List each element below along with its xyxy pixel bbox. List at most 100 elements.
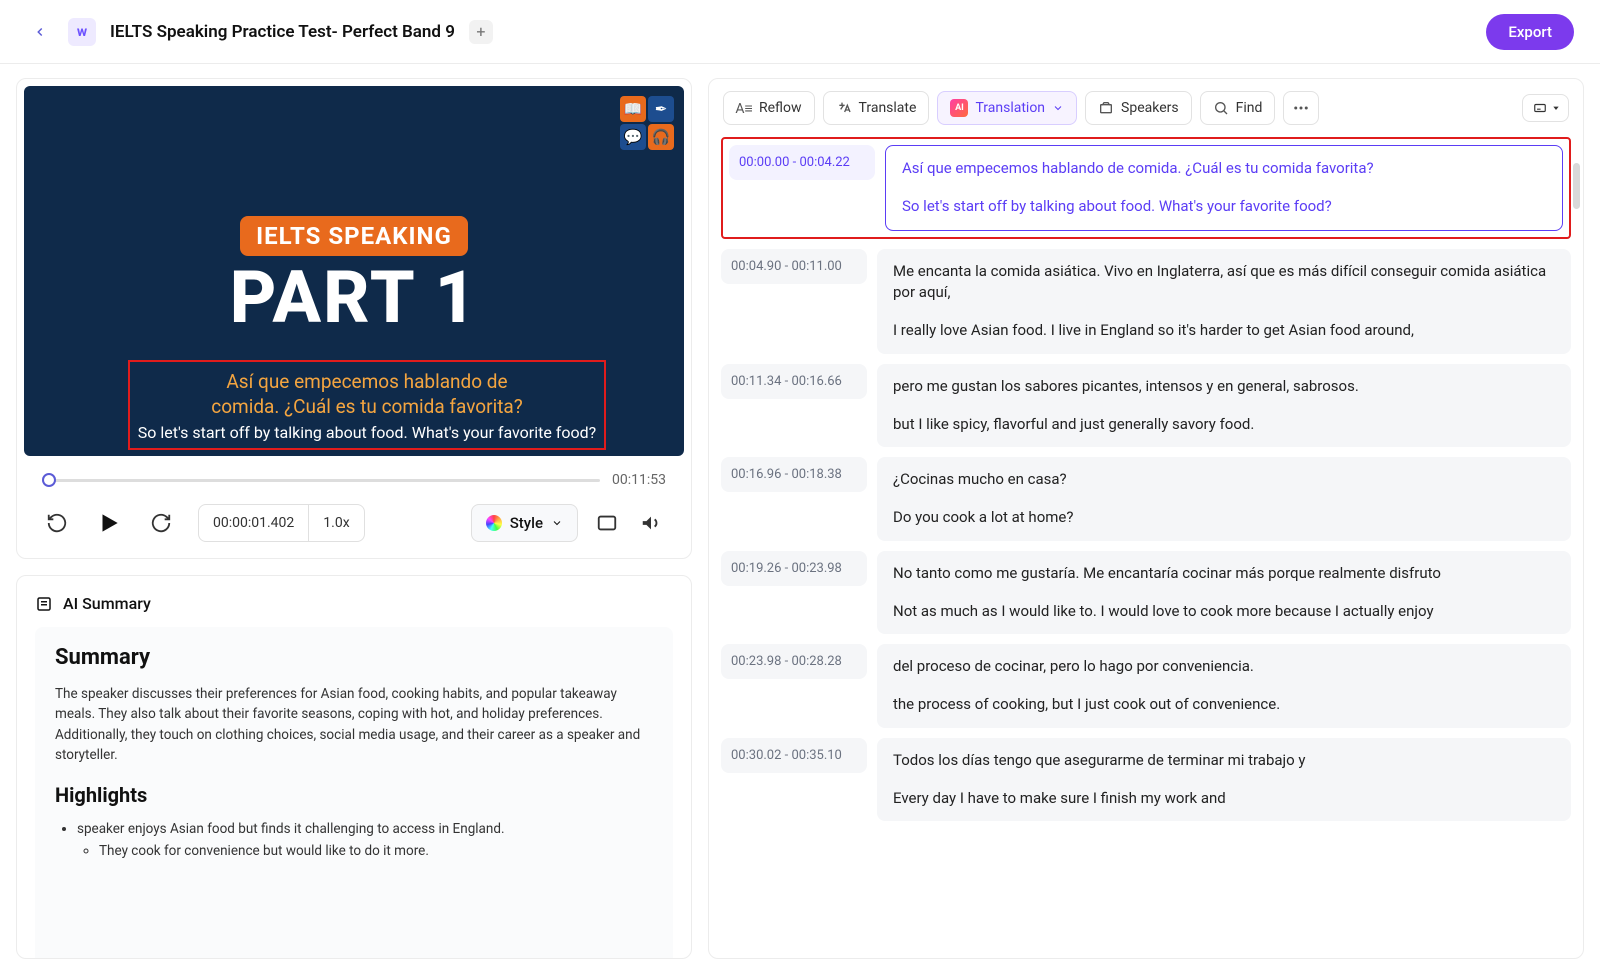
transcript-segment[interactable]: 00:04.90 - 00:11.00 Me encanta la comida … bbox=[721, 249, 1571, 354]
app-header: w IELTS Speaking Practice Test- Perfect … bbox=[0, 0, 1600, 64]
play-icon bbox=[96, 510, 122, 536]
segment-translated: Me encanta la comida asiática. Vivo en I… bbox=[893, 261, 1555, 305]
segment-original: the process of cooking, but I just cook … bbox=[893, 695, 1280, 713]
highlight-subitem: They cook for convenience but would like… bbox=[99, 841, 653, 863]
segment-original: but I like spicy, flavorful and just gen… bbox=[893, 415, 1254, 433]
volume-icon bbox=[640, 512, 662, 534]
segment-text[interactable]: Todos los días tengo que asegurarme de t… bbox=[877, 738, 1571, 822]
export-button[interactable]: Export bbox=[1486, 14, 1574, 50]
back-button[interactable] bbox=[26, 18, 54, 46]
more-button[interactable] bbox=[1283, 91, 1319, 125]
segment-timestamp[interactable]: 00:30.02 - 00:35.10 bbox=[721, 738, 867, 773]
translation-button[interactable]: AI Translation bbox=[937, 91, 1077, 125]
segment-timestamp[interactable]: 00:04.90 - 00:11.00 bbox=[721, 249, 867, 284]
video-title-overlay: IELTS SPEAKING PART 1 bbox=[24, 216, 684, 334]
fullscreen-icon bbox=[596, 512, 618, 534]
transcript-toolbar: A≡ Reflow Translate AI Translation bbox=[709, 79, 1583, 137]
timeline-slider[interactable] bbox=[42, 479, 600, 482]
chevron-down-icon bbox=[551, 517, 563, 529]
segment-timestamp[interactable]: 00:16.96 - 00:18.38 bbox=[721, 457, 867, 492]
subtitle-es-line1: Así que empecemos hablando de bbox=[226, 370, 507, 393]
forward-icon bbox=[150, 512, 172, 534]
transcript-segment[interactable]: 00:00.00 - 00:04.22 Así que empecemos hab… bbox=[721, 137, 1571, 239]
rewind-button[interactable] bbox=[42, 508, 72, 538]
book-icon: 📖 bbox=[620, 96, 646, 122]
segment-timestamp[interactable]: 00:00.00 - 00:04.22 bbox=[729, 145, 875, 180]
summary-icon bbox=[35, 595, 53, 613]
translate-button[interactable]: Translate bbox=[823, 91, 930, 125]
timeline-thumb[interactable] bbox=[42, 473, 56, 487]
transcript-segment[interactable]: 00:11.34 - 00:16.66 pero me gustan los sa… bbox=[721, 364, 1571, 448]
playback-speed[interactable]: 1.0x bbox=[308, 505, 363, 541]
find-button[interactable]: Find bbox=[1200, 91, 1276, 125]
play-button[interactable] bbox=[94, 508, 124, 538]
segment-text[interactable]: Así que empecemos hablando de comida. ¿C… bbox=[885, 145, 1563, 231]
caret-down-icon bbox=[1552, 104, 1560, 112]
search-icon bbox=[1213, 100, 1229, 116]
segment-timestamp[interactable]: 00:19.26 - 00:23.98 bbox=[721, 551, 867, 586]
transcript-panel: A≡ Reflow Translate AI Translation bbox=[708, 78, 1584, 959]
rewind-icon bbox=[46, 512, 68, 534]
total-duration: 00:11:53 bbox=[612, 472, 666, 488]
video-card: 📖 ✒ 💬 🎧 IELTS SPEAKING PART 1 Así que em… bbox=[16, 78, 692, 559]
ai-badge-icon: AI bbox=[950, 99, 968, 117]
summary-heading: Summary bbox=[55, 645, 653, 670]
scrollbar-thumb[interactable] bbox=[1573, 163, 1580, 209]
caption-icon bbox=[1531, 101, 1549, 115]
reflow-button[interactable]: A≡ Reflow bbox=[723, 91, 815, 125]
style-button[interactable]: Style bbox=[471, 504, 578, 542]
segment-text[interactable]: No tanto como me gustaría. Me encantaría… bbox=[877, 551, 1571, 635]
video-part-label: PART 1 bbox=[24, 262, 684, 334]
controls-left: 00:00:01.402 1.0x bbox=[42, 504, 365, 542]
find-label: Find bbox=[1236, 100, 1263, 116]
translate-icon bbox=[836, 100, 852, 116]
video-chip: IELTS SPEAKING bbox=[240, 216, 468, 256]
transcript-segment[interactable]: 00:19.26 - 00:23.98 No tanto como me gust… bbox=[721, 551, 1571, 635]
segment-original: Every day I have to make sure I finish m… bbox=[893, 789, 1226, 807]
subtitle-original: So let's start off by talking about food… bbox=[134, 423, 600, 442]
timecode-box: 00:00:01.402 1.0x bbox=[198, 504, 365, 542]
current-timecode[interactable]: 00:00:01.402 bbox=[199, 505, 308, 541]
ai-summary-header: AI Summary bbox=[35, 594, 673, 613]
headphones-icon: 🎧 bbox=[648, 124, 674, 150]
segment-text[interactable]: ¿Cocinas mucho en casa?Do you cook a lot… bbox=[877, 457, 1571, 541]
segment-text[interactable]: pero me gustan los sabores picantes, int… bbox=[877, 364, 1571, 448]
ai-summary-title: AI Summary bbox=[63, 594, 151, 613]
add-tab-button[interactable]: + bbox=[469, 20, 493, 44]
volume-button[interactable] bbox=[636, 508, 666, 538]
color-wheel-icon bbox=[486, 515, 502, 531]
segment-original: Not as much as I would like to. I would … bbox=[893, 602, 1434, 620]
transcript-segment[interactable]: 00:16.96 - 00:18.38 ¿Cocinas mucho en cas… bbox=[721, 457, 1571, 541]
video-preview[interactable]: 📖 ✒ 💬 🎧 IELTS SPEAKING PART 1 Así que em… bbox=[24, 86, 684, 456]
subtitle-highlight-box: Así que empecemos hablando de comida. ¿C… bbox=[128, 360, 606, 450]
summary-body: Summary The speaker discusses their pref… bbox=[35, 627, 673, 959]
segment-original: Do you cook a lot at home? bbox=[893, 508, 1073, 526]
pen-icon: ✒ bbox=[648, 96, 674, 122]
segment-text[interactable]: del proceso de cocinar, pero lo hago por… bbox=[877, 644, 1571, 728]
player-controls: 00:00:01.402 1.0x Style bbox=[24, 488, 684, 542]
more-horizontal-icon bbox=[1292, 99, 1310, 117]
segment-text[interactable]: Me encanta la comida asiática. Vivo en I… bbox=[877, 249, 1571, 354]
segment-timestamp[interactable]: 00:23.98 - 00:28.28 bbox=[721, 644, 867, 679]
translation-label: Translation bbox=[975, 100, 1045, 116]
transcript-segment[interactable]: 00:23.98 - 00:28.28 del proceso de cocina… bbox=[721, 644, 1571, 728]
transcript-list[interactable]: 00:00.00 - 00:04.22 Así que empecemos hab… bbox=[709, 137, 1583, 958]
speakers-button[interactable]: Speakers bbox=[1085, 91, 1192, 125]
highlights-list: speaker enjoys Asian food but finds it c… bbox=[55, 819, 653, 862]
ai-summary-card: AI Summary Summary The speaker discusses… bbox=[16, 575, 692, 959]
segment-translated: Así que empecemos hablando de comida. ¿C… bbox=[902, 158, 1546, 180]
fullscreen-button[interactable] bbox=[592, 508, 622, 538]
speakers-icon bbox=[1098, 100, 1114, 116]
transcript-segment[interactable]: 00:30.02 - 00:35.10 Todos los días tengo … bbox=[721, 738, 1571, 822]
segment-original: I really love Asian food. I live in Engl… bbox=[893, 321, 1414, 339]
style-label: Style bbox=[510, 514, 543, 532]
reflow-label: Reflow bbox=[759, 100, 802, 116]
translate-label: Translate bbox=[859, 100, 917, 116]
toolbar-left-group: A≡ Reflow Translate AI Translation bbox=[723, 91, 1319, 125]
caption-view-button[interactable] bbox=[1522, 94, 1569, 122]
video-corner-icons: 📖 ✒ 💬 🎧 bbox=[620, 96, 674, 150]
header-left: w IELTS Speaking Practice Test- Perfect … bbox=[26, 18, 493, 46]
forward-button[interactable] bbox=[146, 508, 176, 538]
segment-translated: No tanto como me gustaría. Me encantaría… bbox=[893, 563, 1555, 585]
segment-timestamp[interactable]: 00:11.34 - 00:16.66 bbox=[721, 364, 867, 399]
